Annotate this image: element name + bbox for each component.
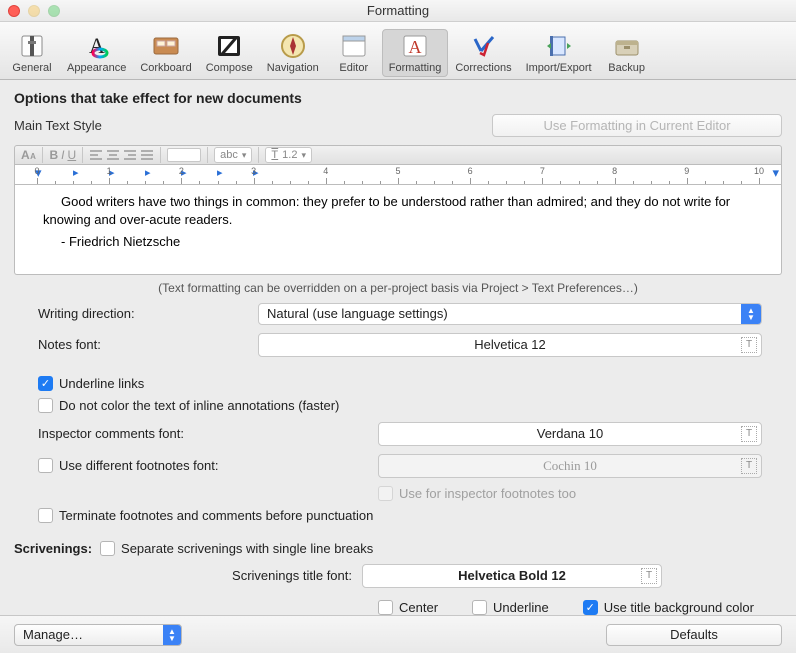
tab-general[interactable]: General <box>4 29 60 77</box>
tab-formatting[interactable]: A Formatting <box>382 29 449 77</box>
line-spacing-picker[interactable]: T 1.2▾ <box>265 147 312 163</box>
use-title-bg-checkbox[interactable]: ✓ Use title background color <box>583 600 754 615</box>
checkbox-icon <box>100 541 115 556</box>
no-color-inline-checkbox[interactable]: Do not color the text of inline annotati… <box>38 398 782 413</box>
checkbox-icon <box>38 398 53 413</box>
tab-editor[interactable]: Editor <box>326 29 382 77</box>
chevron-updown-icon: ▲▼ <box>163 625 181 645</box>
align-left-button[interactable] <box>89 148 103 162</box>
tab-corrections[interactable]: Corrections <box>448 29 518 77</box>
checkbox-icon <box>378 486 393 501</box>
inspector-comments-font-label: Inspector comments font: <box>38 426 378 441</box>
use-inspector-footnotes-checkbox: Use for inspector footnotes too <box>378 486 762 501</box>
footer: Manage… ▲▼ Defaults <box>0 615 796 653</box>
titlebar: Formatting <box>0 0 796 22</box>
style-preview: Good writers have two things in common: … <box>14 185 782 274</box>
import-export-icon <box>544 32 574 60</box>
corkboard-icon <box>151 32 181 60</box>
tab-backup[interactable]: Backup <box>599 29 655 77</box>
writing-direction-select[interactable]: Natural (use language settings) ▲▼ <box>258 303 762 325</box>
alignment-group <box>89 148 154 162</box>
tab-corkboard[interactable]: Corkboard <box>133 29 198 77</box>
scrivenings-title-font-button[interactable]: Helvetica Bold 12 T <box>362 564 662 588</box>
underline-title-checkbox[interactable]: Underline <box>472 600 549 615</box>
align-center-button[interactable] <box>106 148 120 162</box>
slider-icon <box>17 32 47 60</box>
main-text-style-label: Main Text Style <box>14 118 102 133</box>
formatting-icon: A <box>400 32 430 60</box>
writing-direction-label: Writing direction: <box>38 306 258 321</box>
bold-button[interactable]: B <box>49 148 58 162</box>
font-picker-icon: T <box>741 426 757 442</box>
svg-text:A: A <box>409 37 422 57</box>
preview-line-2: - Friedrich Nietzsche <box>43 233 767 251</box>
section-heading: Options that take effect for new documen… <box>14 90 782 106</box>
backup-icon <box>612 32 642 60</box>
underline-button[interactable]: U <box>67 148 76 162</box>
notes-font-button[interactable]: Helvetica 12 T <box>258 333 762 357</box>
tab-import-export[interactable]: Import/Export <box>519 29 599 77</box>
checkbox-icon <box>38 458 53 473</box>
checkbox-icon: ✓ <box>583 600 598 615</box>
corrections-icon <box>468 32 498 60</box>
separator <box>207 147 208 163</box>
defaults-button[interactable]: Defaults <box>606 624 782 646</box>
tab-stop[interactable]: ▸ <box>73 166 79 179</box>
right-indent-marker[interactable]: ▾ <box>772 165 779 181</box>
font-picker-icon: T <box>741 337 757 353</box>
content-area: Options that take effect for new documen… <box>0 80 796 615</box>
case-button[interactable]: Aa <box>21 148 36 162</box>
tab-stop[interactable]: ▸ <box>145 166 151 179</box>
manage-popup[interactable]: Manage… ▲▼ <box>14 624 182 646</box>
text-color-swatch[interactable] <box>167 148 201 162</box>
text-style-toolbar: Aa B I U abc▾ T 1.2▾ <box>14 145 782 165</box>
italic-button[interactable]: I <box>61 148 64 162</box>
ruler[interactable]: ▾ ▾ ▸ ▸ ▸ ▸ ▸ ▸ 012345678910 <box>14 165 782 185</box>
footnotes-font-button: Cochin 10 T <box>378 454 762 478</box>
checkbox-icon <box>472 600 487 615</box>
font-picker-icon: T <box>741 458 757 474</box>
compose-icon <box>214 32 244 60</box>
separate-scrivenings-checkbox[interactable]: Separate scrivenings with single line br… <box>100 541 373 556</box>
scrivenings-title-font-label: Scrivenings title font: <box>14 568 362 583</box>
separator <box>160 147 161 163</box>
scrivenings-heading: Scrivenings: <box>14 541 92 556</box>
align-justify-button[interactable] <box>140 148 154 162</box>
align-right-button[interactable] <box>123 148 137 162</box>
editor-icon <box>339 32 369 60</box>
style-picker[interactable]: abc▾ <box>214 147 252 163</box>
checkbox-icon: ✓ <box>38 376 53 391</box>
prefs-toolbar: General A Appearance Corkboard Compose N… <box>0 22 796 80</box>
tab-navigation[interactable]: Navigation <box>260 29 326 77</box>
window-title: Formatting <box>0 3 796 18</box>
tab-stop[interactable]: ▸ <box>217 166 223 179</box>
separator <box>82 147 83 163</box>
use-different-footnotes-checkbox[interactable]: Use different footnotes font: <box>38 458 378 473</box>
use-formatting-button[interactable]: Use Formatting in Current Editor <box>492 114 782 137</box>
chevron-updown-icon: ▲▼ <box>741 304 761 324</box>
separator <box>258 147 259 163</box>
inspector-comments-font-button[interactable]: Verdana 10 T <box>378 422 762 446</box>
preview-line-1: Good writers have two things in common: … <box>43 193 767 229</box>
override-note: (Text formatting can be overridden on a … <box>14 281 782 295</box>
checkbox-icon <box>38 508 53 523</box>
svg-text:A: A <box>89 33 105 58</box>
font-picker-icon: T <box>641 568 657 584</box>
tab-appearance[interactable]: A Appearance <box>60 29 133 77</box>
separator <box>42 147 43 163</box>
notes-font-label: Notes font: <box>38 337 258 352</box>
appearance-icon: A <box>82 32 112 60</box>
tab-compose[interactable]: Compose <box>199 29 260 77</box>
compass-icon <box>278 32 308 60</box>
underline-links-checkbox[interactable]: ✓ Underline links <box>38 376 782 391</box>
terminate-footnotes-checkbox[interactable]: Terminate footnotes and comments before … <box>38 508 762 523</box>
center-checkbox[interactable]: Center <box>378 600 438 615</box>
checkbox-icon <box>378 600 393 615</box>
